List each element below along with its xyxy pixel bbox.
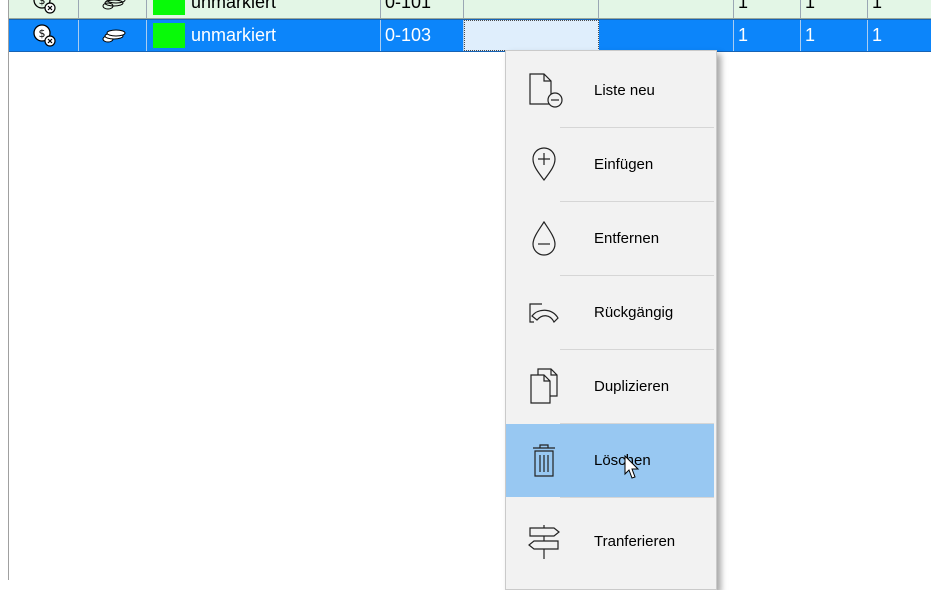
cell-status-icon[interactable]: $ (9, 0, 79, 18)
cell-value[interactable]: 1 (801, 20, 868, 51)
money-cancel-icon: $ (32, 24, 56, 47)
menu-separator (560, 497, 714, 498)
menu-item-label: Tranferieren (594, 533, 676, 550)
stack-icon (102, 0, 125, 10)
undo-icon (529, 303, 559, 324)
color-swatch (153, 23, 185, 48)
table-row[interactable]: $ unmarkiert 0-101 1 1 1 (9, 0, 931, 19)
marker-label: unmarkiert (191, 25, 277, 45)
cell-marker[interactable]: unmarkiert (147, 0, 381, 18)
menu-item-loeschen[interactable]: Löschen (506, 424, 714, 497)
cell-value[interactable]: 1 (734, 20, 801, 51)
duplicate-icon (530, 368, 558, 404)
svg-text:$: $ (38, 27, 45, 40)
cell-empty[interactable] (599, 0, 734, 18)
cell-code[interactable]: 0-103 (381, 20, 464, 51)
cell-value[interactable]: 1 (868, 20, 931, 51)
grid-frame (8, 0, 931, 580)
menu-item-label: Entfernen (594, 230, 660, 247)
cell-value[interactable]: 1 (801, 0, 868, 18)
menu-item-label: Liste neu (594, 82, 655, 99)
cell-value[interactable]: 1 (734, 0, 801, 18)
menu-item-liste-neu[interactable]: Liste neu (506, 54, 714, 127)
cell-value[interactable]: 1 (868, 0, 931, 18)
menu-item-entfernen[interactable]: Entfernen (506, 202, 714, 275)
menu-item-label: Duplizieren (594, 378, 670, 395)
cell-status-icon[interactable]: $ (9, 20, 79, 51)
menu-item-label: Einfügen (594, 156, 654, 173)
cell-empty[interactable] (599, 20, 734, 51)
new-list-icon (529, 73, 563, 108)
menu-item-duplizieren[interactable]: Duplizieren (506, 350, 714, 423)
cell-marker[interactable]: unmarkiert (147, 20, 381, 51)
signpost-icon (528, 525, 560, 559)
cell-empty[interactable] (464, 0, 599, 18)
marker-label: unmarkiert (191, 0, 277, 12)
context-menu: Liste neu Einfügen Entfernen Rückgängig (505, 50, 717, 590)
cell-editor[interactable] (464, 20, 599, 51)
remove-drop-icon (532, 220, 556, 256)
color-swatch (153, 0, 185, 15)
menu-item-tranferieren[interactable]: Tranferieren (506, 505, 714, 578)
money-cancel-icon: $ (32, 0, 56, 14)
cell-type-icon[interactable] (79, 0, 147, 18)
svg-text:$: $ (38, 0, 45, 7)
menu-item-einfuegen[interactable]: Einfügen (506, 128, 714, 201)
cell-type-icon[interactable] (79, 20, 147, 51)
table-row-selected[interactable]: $ unmarkiert 0-103 1 1 1 (9, 19, 931, 52)
trash-icon (533, 444, 555, 477)
menu-item-label: Rückgängig (594, 304, 674, 321)
stack-icon (102, 29, 125, 43)
add-pin-icon (532, 147, 556, 181)
mouse-pointer-icon (624, 455, 640, 479)
menu-item-rueckgaengig[interactable]: Rückgängig (506, 276, 714, 349)
cell-code[interactable]: 0-101 (381, 0, 464, 18)
menu-item-label: Löschen (594, 452, 651, 469)
